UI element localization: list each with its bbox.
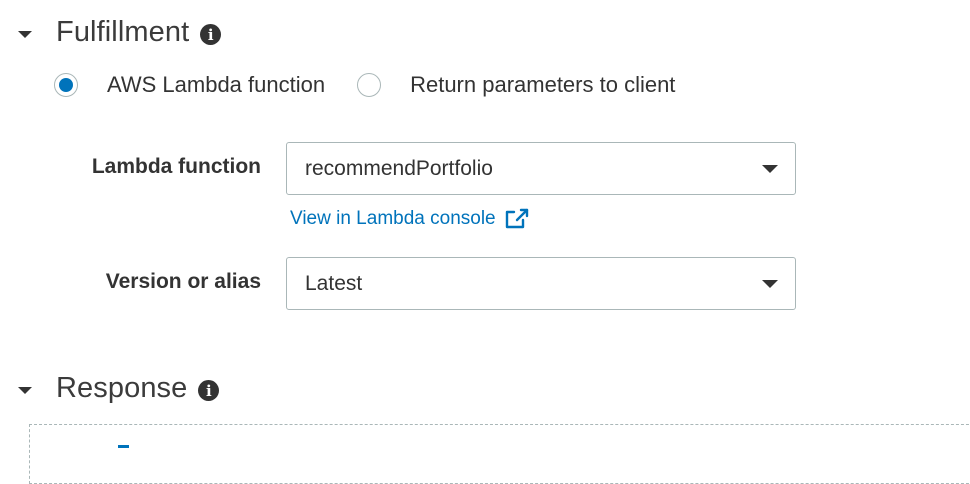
lambda-function-value: recommendPortfolio <box>305 156 493 180</box>
caret-down-icon[interactable] <box>18 30 32 38</box>
response-title: Response <box>56 372 188 404</box>
dropdown-caret-icon[interactable] <box>762 280 778 288</box>
radio-button-unchecked[interactable] <box>357 73 382 97</box>
view-in-lambda-console-link[interactable]: View in Lambda console <box>290 208 529 230</box>
radio-button-checked[interactable] <box>54 73 78 97</box>
lambda-function-label: Lambda function <box>91 155 261 178</box>
console-link-text[interactable]: View in Lambda console <box>290 208 496 230</box>
fulfillment-section-header[interactable]: Fulfillment i <box>18 16 222 49</box>
radio-aws-lambda[interactable]: AWS Lambda function <box>54 72 325 98</box>
dropdown-caret-icon[interactable] <box>762 165 778 173</box>
version-alias-select[interactable]: Latest <box>286 257 796 310</box>
radio-label-lambda[interactable]: AWS Lambda function <box>107 72 325 98</box>
fulfillment-title: Fulfillment <box>56 16 190 48</box>
caret-down-icon[interactable] <box>18 386 32 394</box>
radio-return-to-client[interactable]: Return parameters to client <box>357 72 675 98</box>
version-alias-value: Latest <box>305 271 363 295</box>
response-content-area <box>29 424 970 484</box>
radio-label-client[interactable]: Return parameters to client <box>410 72 675 98</box>
lambda-function-select[interactable]: recommendPortfolio <box>286 142 796 195</box>
external-link-icon[interactable] <box>505 208 529 230</box>
fulfillment-options: AWS Lambda function Return parameters to… <box>54 72 675 98</box>
info-icon[interactable]: i <box>200 24 222 45</box>
response-section-header[interactable]: Response i <box>18 372 220 405</box>
version-alias-label: Version or alias <box>105 270 261 293</box>
info-icon[interactable]: i <box>198 380 220 401</box>
